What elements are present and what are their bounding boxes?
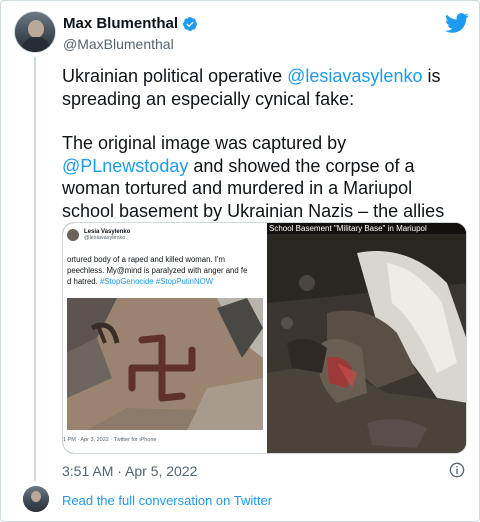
tweet-text-segment: Ukrainian political operative	[62, 66, 288, 86]
embedded-avatar	[67, 229, 79, 241]
author-name-text[interactable]: Max Blumenthal	[63, 15, 178, 32]
basement-photo-image	[267, 223, 466, 453]
mention-link[interactable]: @PLnewstoday	[62, 156, 188, 176]
embedded-tweet-footer: 1 PM · Apr 3, 2022 · Twitter for iPhone	[63, 437, 157, 443]
embedded-hashtags: #StopGenocide #StopPutinNOW	[99, 277, 214, 286]
tweet-media[interactable]: Lesia Vasylenko @lesiavasylenko ortured …	[62, 222, 467, 454]
tweet-timestamp[interactable]: 3:51 AM · Apr 5, 2022	[62, 463, 197, 479]
embedded-author-handle: @lesiavasylenko	[84, 235, 126, 241]
reply-avatar[interactable]	[23, 486, 49, 512]
verified-badge-icon	[183, 16, 198, 31]
mention-link[interactable]: @lesiavasylenko	[287, 66, 422, 86]
embedded-text-line: d hatred. #StopGenocide #StopPutinNOW	[67, 276, 265, 287]
author-avatar[interactable]	[14, 11, 56, 53]
photo-caption: School Basement "Military Base" in Mariu…	[267, 223, 466, 234]
info-icon[interactable]	[449, 462, 465, 478]
embedded-text-line: peechless. My@mind is paralyzed with ang…	[67, 266, 248, 275]
embedded-photo-image	[67, 298, 263, 430]
read-conversation-link[interactable]: Read the full conversation on Twitter	[62, 493, 272, 508]
tweet-paragraph-1: Ukrainian political operative @lesiavasy…	[62, 65, 462, 110]
author-name[interactable]: Max Blumenthal	[63, 15, 198, 32]
tweet-text-segment: The original image was captured by	[62, 133, 347, 153]
embedded-author: Lesia Vasylenko @lesiavasylenko	[67, 229, 130, 241]
embedded-photo	[67, 298, 263, 430]
author-handle[interactable]: @MaxBlumenthal	[63, 36, 174, 52]
embedded-tweet-text: ortured body of a raped and killed woman…	[67, 254, 265, 287]
embedded-text-line: ortured body of a raped and killed woman…	[67, 255, 225, 264]
embedded-text-segment: d hatred.	[67, 277, 100, 286]
basement-photo[interactable]: School Basement "Military Base" in Mariu…	[267, 223, 466, 453]
twitter-bird-icon[interactable]	[445, 13, 469, 33]
thread-line	[34, 57, 36, 481]
tweet-card: Max Blumenthal @MaxBlumenthal Ukrainian …	[0, 0, 480, 522]
embedded-tweet-screenshot[interactable]: Lesia Vasylenko @lesiavasylenko ortured …	[63, 223, 267, 453]
